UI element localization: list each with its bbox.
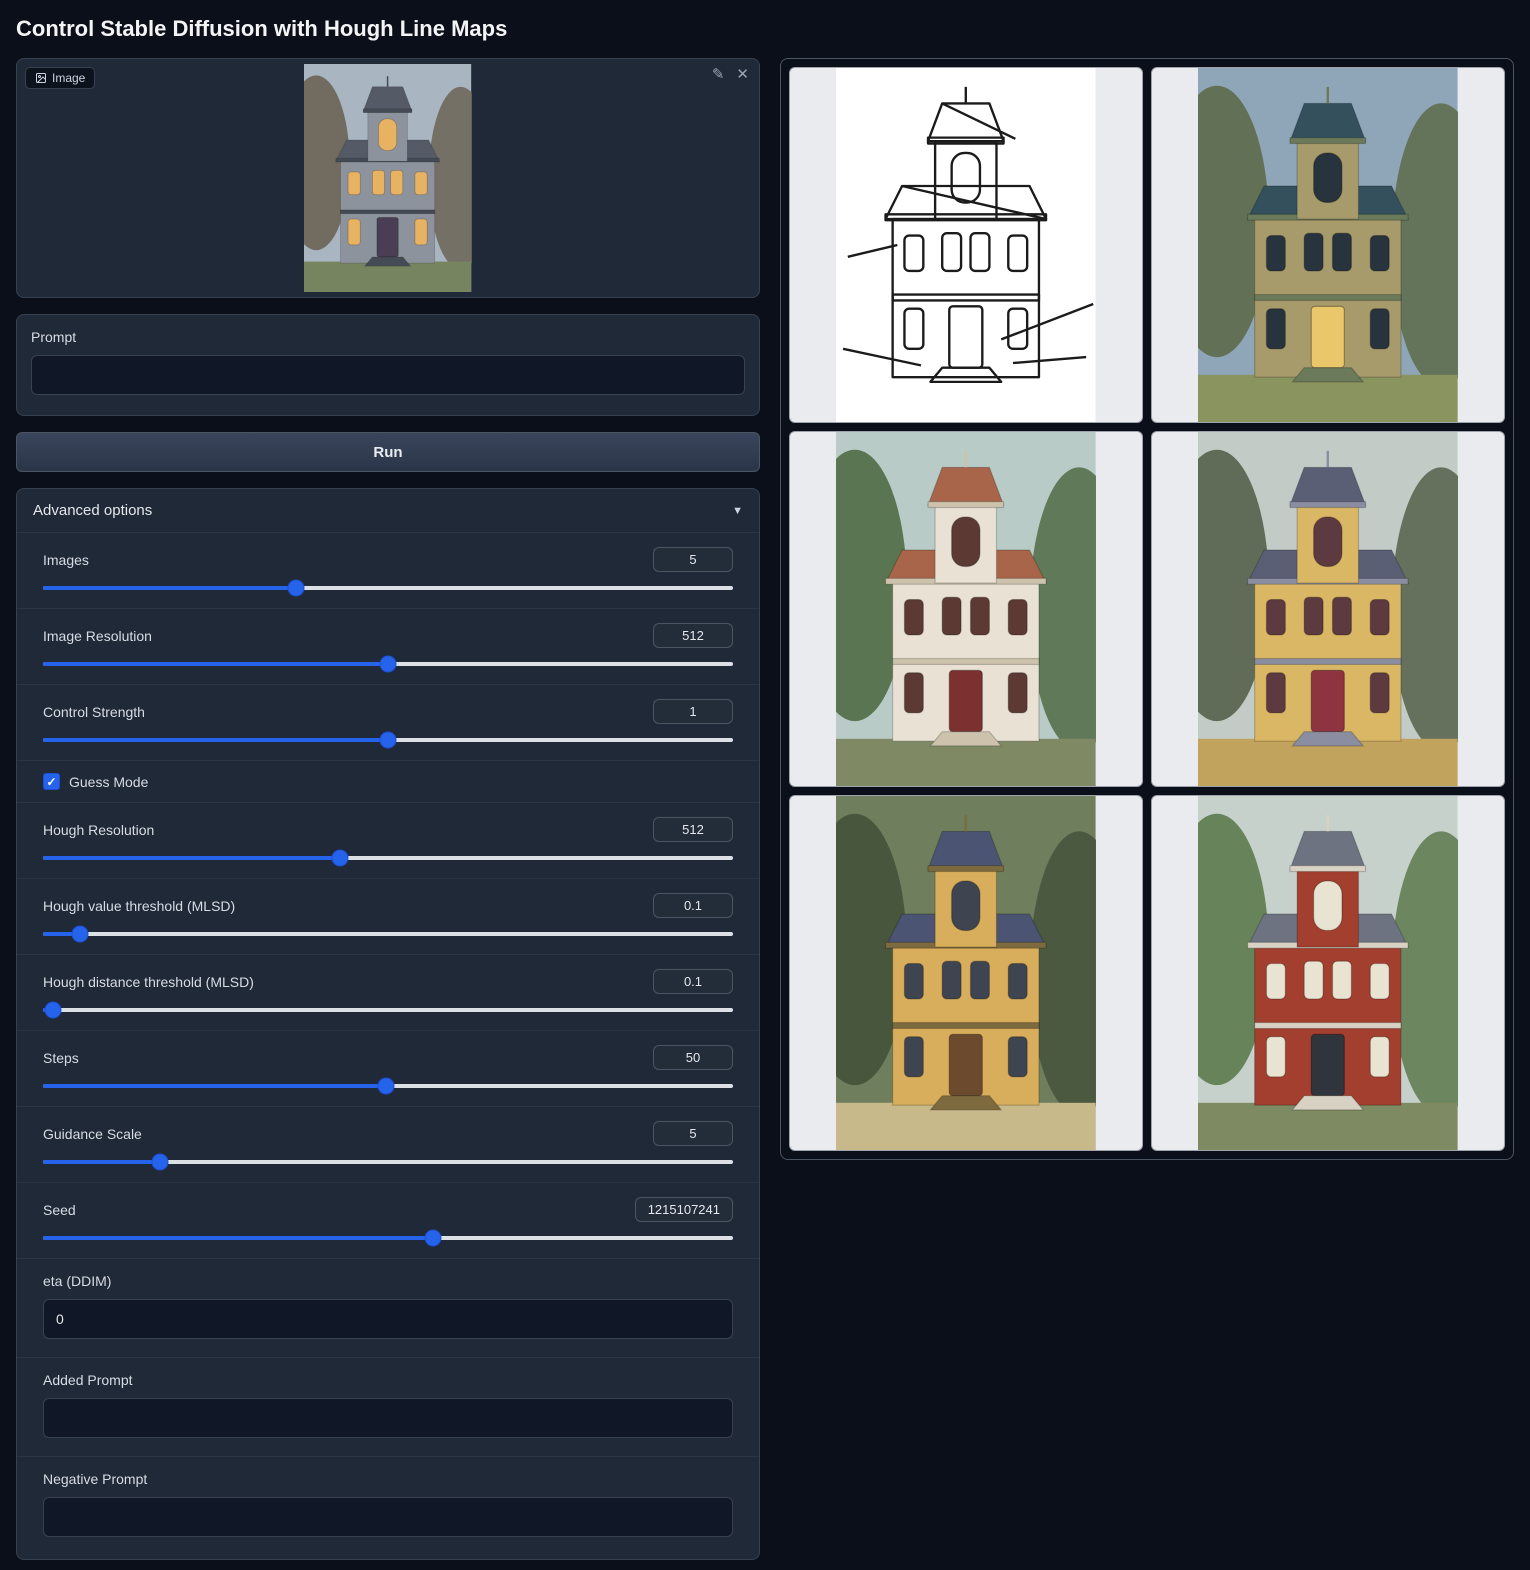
text-row-added-prompt: Added Prompt [17, 1357, 759, 1456]
slider-handle[interactable] [332, 851, 347, 866]
slider-label: Seed [43, 1202, 76, 1218]
slider-value[interactable]: 512 [653, 623, 733, 648]
gallery-item-hough-line-map[interactable] [789, 67, 1143, 423]
slider-row-hough-resolution: Hough Resolution 512 [17, 802, 759, 878]
slider-label: Hough distance threshold (MLSD) [43, 974, 254, 990]
slider-handle[interactable] [289, 581, 304, 596]
slider-value[interactable]: 1 [653, 699, 733, 724]
advanced-options-panel: Advanced options ▼ Images 5 Image Resolu… [16, 488, 760, 1560]
image-label-chip: Image [25, 67, 95, 89]
slider-track[interactable] [43, 738, 733, 742]
checkbox-label: Guess Mode [69, 774, 148, 790]
slider-fill [43, 1236, 433, 1240]
gallery-item-result-red-brick-victorian[interactable] [1151, 795, 1505, 1151]
slider-fill [43, 1084, 386, 1088]
prompt-panel: Prompt [16, 314, 760, 416]
slider-value[interactable]: 0.1 [653, 893, 733, 918]
clear-image-icon[interactable]: ✕ [736, 67, 749, 82]
slider-label: Steps [43, 1050, 79, 1066]
slider-row-images: Images 5 [17, 532, 759, 608]
image-label: Image [52, 71, 85, 85]
edit-image-icon[interactable]: ✎ [712, 67, 725, 82]
slider-value[interactable]: 0.1 [653, 969, 733, 994]
advanced-options-header[interactable]: Advanced options ▼ [17, 489, 759, 532]
gallery-image [1198, 68, 1458, 422]
slider-handle[interactable] [73, 927, 88, 942]
prompt-label: Prompt [31, 329, 745, 345]
app-page: Control Stable Diffusion with Hough Line… [0, 0, 1530, 1570]
slider-label: Hough value threshold (MLSD) [43, 898, 235, 914]
slider-handle[interactable] [381, 733, 396, 748]
slider-handle[interactable] [381, 657, 396, 672]
image-corner-actions: ✎ ✕ [712, 67, 749, 82]
slider-row-hough-distance-threshold-mlsd: Hough distance threshold (MLSD) 0.1 [17, 954, 759, 1030]
slider-row-hough-value-threshold-mlsd: Hough value threshold (MLSD) 0.1 [17, 878, 759, 954]
image-icon [35, 72, 47, 84]
field-input[interactable] [43, 1398, 733, 1438]
slider-fill [43, 586, 296, 590]
field-label: Negative Prompt [43, 1471, 733, 1487]
slider-handle[interactable] [425, 1231, 440, 1246]
check-icon: ✓ [46, 776, 56, 788]
slider-track[interactable] [43, 1084, 733, 1088]
field-input[interactable] [43, 1299, 733, 1339]
text-row-negative-prompt: Negative Prompt [17, 1456, 759, 1555]
input-image[interactable] [304, 64, 471, 292]
chevron-down-icon: ▼ [732, 505, 743, 517]
gallery-image [1198, 432, 1458, 786]
slider-value[interactable]: 5 [653, 1121, 733, 1146]
slider-label: Guidance Scale [43, 1126, 142, 1142]
left-column: Image ✎ ✕ Prompt Run Advanced options ▼ [16, 58, 760, 1560]
advanced-rows: Images 5 Image Resolution 512 Control St… [17, 532, 759, 1555]
slider-label: Control Strength [43, 704, 145, 720]
main-layout: Image ✎ ✕ Prompt Run Advanced options ▼ [16, 58, 1514, 1560]
advanced-options-label: Advanced options [33, 502, 152, 519]
field-label: Added Prompt [43, 1372, 733, 1388]
gallery-item-result-tan-victorian[interactable] [1151, 431, 1505, 787]
slider-track[interactable] [43, 1160, 733, 1164]
slider-fill [43, 662, 388, 666]
gallery-grid [780, 58, 1514, 1160]
field-input[interactable] [43, 1497, 733, 1537]
gallery-image [1198, 796, 1458, 1150]
slider-handle[interactable] [153, 1155, 168, 1170]
slider-label: Images [43, 552, 89, 568]
slider-label: Hough Resolution [43, 822, 154, 838]
run-button[interactable]: Run [16, 432, 760, 472]
page-title: Control Stable Diffusion with Hough Line… [16, 16, 1514, 42]
number-row-eta-ddim: eta (DDIM) [17, 1258, 759, 1357]
slider-label: Image Resolution [43, 628, 152, 644]
slider-value[interactable]: 512 [653, 817, 733, 842]
slider-track[interactable] [43, 586, 733, 590]
slider-value[interactable]: 50 [653, 1045, 733, 1070]
slider-track[interactable] [43, 1008, 733, 1012]
gallery-image [836, 68, 1096, 422]
gallery-item-result-teal-victorian[interactable] [1151, 67, 1505, 423]
gallery-item-result-white-victorian[interactable] [789, 431, 1143, 787]
slider-handle[interactable] [378, 1079, 393, 1094]
slider-track[interactable] [43, 1236, 733, 1240]
field-label: eta (DDIM) [43, 1273, 733, 1289]
slider-value[interactable]: 5 [653, 547, 733, 572]
slider-row-control-strength: Control Strength 1 [17, 684, 759, 760]
slider-row-steps: Steps 50 [17, 1030, 759, 1106]
slider-track[interactable] [43, 932, 733, 936]
gallery-image [836, 432, 1096, 786]
image-upload-panel: Image ✎ ✕ [16, 58, 760, 298]
slider-row-seed: Seed 1215107241 [17, 1182, 759, 1258]
slider-fill [43, 1160, 160, 1164]
slider-fill [43, 738, 388, 742]
slider-row-image-resolution: Image Resolution 512 [17, 608, 759, 684]
guess-mode-checkbox[interactable]: ✓ [43, 773, 60, 790]
slider-track[interactable] [43, 662, 733, 666]
slider-fill [43, 856, 340, 860]
slider-handle[interactable] [46, 1003, 61, 1018]
prompt-input[interactable] [31, 355, 745, 395]
slider-value[interactable]: 1215107241 [635, 1197, 733, 1222]
gallery-item-result-gold-victorian[interactable] [789, 795, 1143, 1151]
slider-row-guidance-scale: Guidance Scale 5 [17, 1106, 759, 1182]
checkbox-row-guess-mode[interactable]: ✓ Guess Mode [17, 760, 759, 802]
slider-track[interactable] [43, 856, 733, 860]
gallery-image [836, 796, 1096, 1150]
